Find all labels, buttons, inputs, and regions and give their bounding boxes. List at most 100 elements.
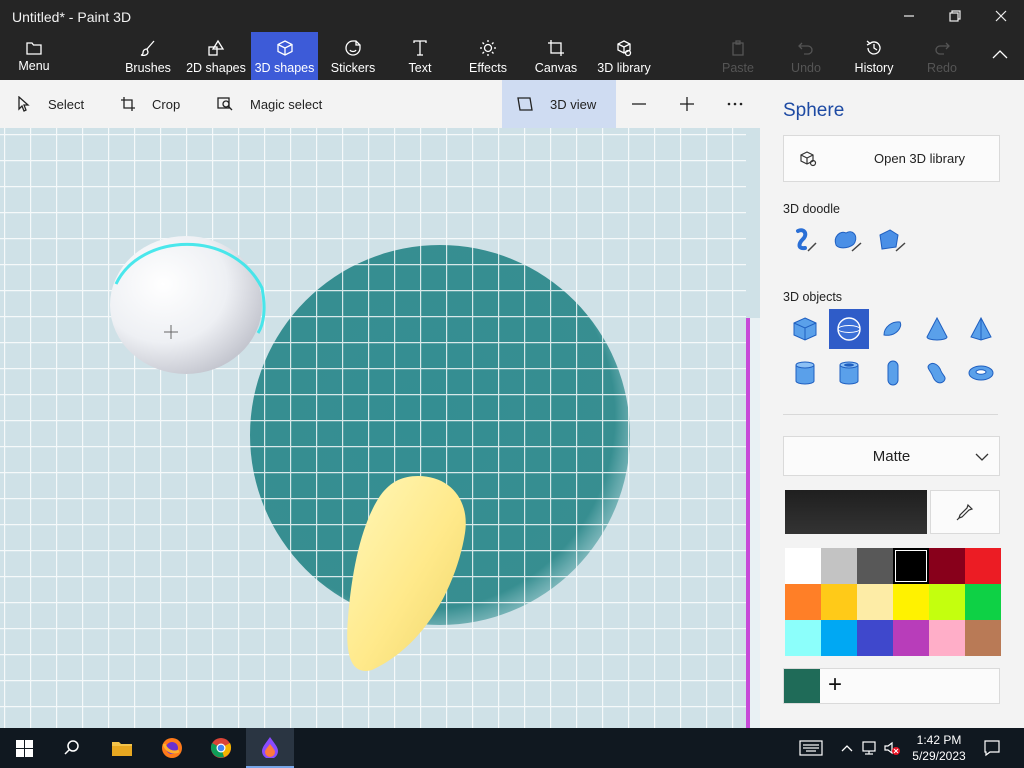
- network-icon: [862, 741, 876, 755]
- color-swatch[interactable]: [821, 620, 857, 656]
- custom-color-row: +: [783, 668, 1000, 704]
- zoom-in-button[interactable]: [678, 80, 696, 128]
- cylinder-object-tool[interactable]: [785, 353, 825, 393]
- history-button[interactable]: History: [852, 32, 896, 80]
- effects-button[interactable]: Effects: [466, 32, 510, 80]
- show-hidden-icons-button[interactable]: [836, 728, 858, 768]
- color-swatch[interactable]: [893, 584, 929, 620]
- menu-button[interactable]: Menu: [8, 32, 60, 80]
- brushes-button[interactable]: Brushes: [122, 32, 174, 80]
- paste-button[interactable]: Paste: [720, 32, 756, 80]
- more-options-button[interactable]: [726, 80, 744, 128]
- cube-icon: [276, 40, 293, 56]
- color-swatch[interactable]: [929, 548, 965, 584]
- 3d-view-toggle[interactable]: 3D view: [502, 80, 616, 128]
- canvas-button[interactable]: Canvas: [534, 32, 578, 80]
- search-button[interactable]: [48, 728, 96, 768]
- open-3d-library-button[interactable]: Open 3D library: [783, 135, 1000, 182]
- tube-doodle-tool[interactable]: [871, 220, 911, 260]
- sharp-edge-doodle-tool[interactable]: [783, 220, 823, 260]
- magic-select-icon: [217, 97, 233, 111]
- hemisphere-icon: [883, 321, 902, 336]
- color-swatch[interactable]: [857, 548, 893, 584]
- window-title: Untitled* - Paint 3D: [12, 9, 132, 25]
- color-swatch[interactable]: [785, 584, 821, 620]
- effects-icon: [480, 40, 496, 56]
- chrome-button[interactable]: [197, 728, 245, 768]
- paint3d-taskbar-button[interactable]: [246, 728, 294, 768]
- text-icon: [413, 40, 427, 56]
- network-button[interactable]: [858, 728, 882, 768]
- current-color-preview: [785, 490, 927, 534]
- file-explorer-button[interactable]: [98, 728, 146, 768]
- color-swatch[interactable]: [893, 548, 929, 584]
- material-value: Matte: [872, 447, 911, 465]
- restore-button[interactable]: [932, 0, 978, 32]
- crop-label: Crop: [152, 96, 181, 112]
- donut-object-tool[interactable]: [961, 353, 1001, 393]
- clock-date: 5/29/2023: [912, 749, 966, 763]
- cone-object-tool[interactable]: [917, 309, 957, 349]
- add-color-button[interactable]: +: [828, 673, 842, 697]
- color-swatch[interactable]: [785, 620, 821, 656]
- soft-edge-doodle-tool[interactable]: [827, 220, 867, 260]
- 3d-view-label: 3D view: [550, 96, 597, 112]
- zoom-out-button[interactable]: [630, 80, 648, 128]
- effects-label: Effects: [469, 61, 507, 75]
- 2d-shapes-button[interactable]: 2D shapes: [186, 32, 246, 80]
- virtual-keyboard-button[interactable]: [786, 728, 836, 768]
- color-swatch[interactable]: [857, 620, 893, 656]
- sphere-object-tool[interactable]: [829, 309, 869, 349]
- redo-button[interactable]: Redo: [924, 32, 960, 80]
- text-button[interactable]: Text: [400, 32, 440, 80]
- color-swatch[interactable]: [965, 620, 1001, 656]
- eyedropper-button[interactable]: [930, 490, 1000, 534]
- cube-object-tool[interactable]: [785, 309, 825, 349]
- 3d-shapes-button[interactable]: 3D shapes: [251, 32, 318, 80]
- collapse-ribbon-button[interactable]: [980, 32, 1020, 80]
- color-swatch[interactable]: [929, 620, 965, 656]
- close-button[interactable]: [978, 0, 1024, 32]
- close-icon: [995, 10, 1007, 22]
- 3d-objects-label: 3D objects: [783, 290, 843, 304]
- color-swatch[interactable]: [893, 620, 929, 656]
- volume-muted-icon: [884, 741, 900, 755]
- magic-select-tool[interactable]: Magic select: [216, 80, 322, 128]
- color-swatch[interactable]: [857, 584, 893, 620]
- minimize-button[interactable]: [886, 0, 932, 32]
- pyramid-object-tool[interactable]: [961, 309, 1001, 349]
- stickers-button[interactable]: Stickers: [328, 32, 378, 80]
- volume-button[interactable]: [882, 728, 902, 768]
- firefox-button[interactable]: [148, 728, 196, 768]
- more-icon: [727, 102, 743, 106]
- material-dropdown[interactable]: Matte: [783, 436, 1000, 476]
- firefox-icon: [162, 738, 182, 758]
- white-sphere-object[interactable]: [110, 236, 262, 374]
- color-swatch[interactable]: [821, 548, 857, 584]
- panel-divider: [783, 414, 998, 415]
- paste-icon: [732, 40, 744, 56]
- color-swatch[interactable]: [929, 584, 965, 620]
- bean-object-tool[interactable]: [917, 353, 957, 393]
- start-button[interactable]: [0, 728, 48, 768]
- capsule-object-tool[interactable]: [873, 353, 913, 393]
- taskbar-clock[interactable]: 1:42 PM 5/29/2023: [900, 732, 978, 764]
- recent-color-swatch[interactable]: [784, 669, 820, 703]
- hemisphere-object-tool[interactable]: [873, 309, 913, 349]
- undo-button[interactable]: Undo: [788, 32, 824, 80]
- color-swatch[interactable]: [965, 584, 1001, 620]
- 3d-scene: [0, 128, 760, 728]
- tube-object-tool[interactable]: [829, 353, 869, 393]
- drawing-canvas[interactable]: [0, 128, 760, 728]
- doodle-soft-icon: [834, 231, 862, 252]
- crop-tool[interactable]: Crop: [120, 80, 180, 128]
- 3d-library-button[interactable]: 3D library: [596, 32, 652, 80]
- pointer-icon: [18, 96, 30, 112]
- notifications-button[interactable]: [968, 728, 1016, 768]
- notification-icon: [984, 740, 1000, 757]
- select-tool[interactable]: Select: [16, 80, 84, 128]
- title-and-ribbon-bar: Untitled* - Paint 3D Menu Brushes 2D sha…: [0, 0, 1024, 80]
- color-swatch[interactable]: [821, 584, 857, 620]
- color-swatch[interactable]: [785, 548, 821, 584]
- color-swatch[interactable]: [965, 548, 1001, 584]
